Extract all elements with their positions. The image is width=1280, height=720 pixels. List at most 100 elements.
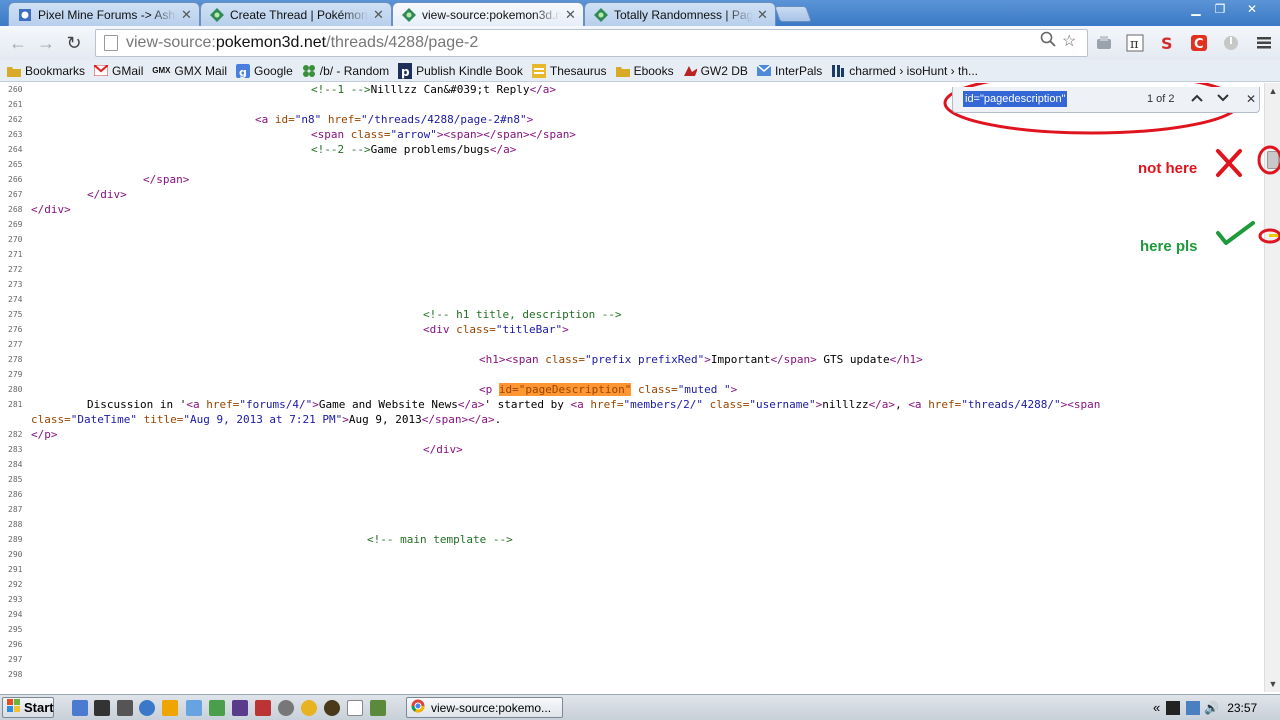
app-icon[interactable] (278, 700, 294, 716)
app-icon[interactable] (232, 700, 248, 716)
bookmark-interpals[interactable]: InterPals (756, 63, 823, 78)
gmx-icon: GMX (152, 66, 171, 75)
tab-title: Pixel Mine Forums -> Ashen (38, 7, 177, 22)
app-icon[interactable] (139, 700, 155, 716)
kindle-icon: p (398, 62, 413, 79)
tab-create-thread[interactable]: Create Thread | Pokémon 3D ✕ (200, 2, 392, 26)
bookmark-label: Bookmarks (25, 63, 86, 78)
app-icon[interactable] (186, 700, 202, 716)
start-button[interactable]: Start (2, 697, 54, 718)
page-icon (104, 35, 118, 51)
toolbar: ← → ↻ view-source: pokemon3d.net/threads/… (0, 26, 1280, 60)
window-close-icon[interactable]: ✕ (1240, 2, 1264, 18)
system-tray: « 🔊 23:57 (1153, 697, 1278, 718)
svg-text:p: p (401, 65, 410, 79)
bookmark-bookmarks[interactable]: Bookmarks (7, 64, 85, 78)
taskbar: Start view-source:pokemo... « 🔊 23:57 (0, 694, 1280, 720)
windows-logo-icon (7, 699, 21, 716)
bookmark-isohunt[interactable]: charmed › isoHunt › th... (831, 64, 978, 78)
close-icon[interactable]: ✕ (757, 7, 769, 23)
bookmark-label: Publish Kindle Book (416, 63, 523, 78)
google-icon: g (236, 63, 251, 78)
app-icon[interactable] (347, 700, 363, 716)
minimize-icon[interactable]: ▁ (1184, 2, 1208, 18)
app-icon[interactable] (94, 700, 110, 716)
new-tab-button[interactable] (774, 6, 812, 22)
find-close-icon[interactable]: ✕ (1241, 90, 1261, 108)
search-icon[interactable] (1040, 31, 1056, 52)
bookmark-label: /b/ - Random (319, 63, 390, 78)
address-bar[interactable]: view-source: pokemon3d.net/threads/4288/p… (95, 29, 1088, 57)
taskbar-item-chrome[interactable]: view-source:pokemo... (406, 697, 563, 718)
folder-icon (615, 64, 630, 78)
pi-extension-icon[interactable]: π (1124, 32, 1146, 54)
c-extension-icon[interactable]: C (1188, 32, 1210, 54)
url-scheme: view-source: (126, 34, 216, 51)
tab-pixel-mine[interactable]: Pixel Mine Forums -> Ashen ✕ (8, 2, 200, 26)
find-input[interactable]: id="pagedescription" (963, 91, 1068, 107)
forward-icon[interactable]: → (34, 32, 58, 54)
close-icon[interactable]: ✕ (181, 7, 193, 23)
bookmark-ebooks[interactable]: Ebooks (615, 63, 674, 78)
volume-icon[interactable]: 🔊 (1204, 701, 1219, 715)
tab-title: view-source:pokemon3d.net (422, 7, 561, 22)
app-icon[interactable] (209, 700, 225, 716)
clover-icon (302, 64, 316, 78)
network-icon[interactable] (1186, 700, 1201, 715)
url-host: pokemon3d.net (215, 34, 327, 51)
pixel-mine-icon (17, 7, 33, 23)
bookmark-google[interactable]: g Google (236, 63, 293, 78)
scroll-down-icon[interactable]: ▼ (1265, 676, 1280, 692)
clock[interactable]: 23:57 (1227, 701, 1257, 715)
app-icon[interactable] (255, 700, 271, 716)
green-check-icon (1216, 221, 1255, 245)
interpals-icon (756, 64, 771, 78)
close-icon[interactable]: ✕ (373, 7, 385, 23)
reload-icon[interactable]: ↻ (62, 32, 86, 54)
svg-text:π: π (1130, 37, 1139, 52)
bookmark-label: Google (254, 63, 293, 78)
show-desktop-icon[interactable] (72, 700, 88, 716)
bookmark-gmx-mail[interactable]: GMX GMX Mail (152, 64, 227, 78)
bookmark-label: Ebooks (633, 63, 674, 78)
annotation-not-here: not here (1138, 160, 1198, 177)
s-extension-icon[interactable]: S (1156, 32, 1178, 54)
annotation-here-pls: here pls (1140, 238, 1198, 255)
tab-totally-randomness[interactable]: Totally Randomness | Page 4 ✕ (584, 2, 776, 26)
bookmark-gw2-db[interactable]: GW2 DB (683, 64, 748, 78)
bookmark-thesaurus[interactable]: Thesaurus (531, 63, 607, 78)
bookmark-label: InterPals (774, 63, 823, 78)
extension-icon[interactable] (1093, 32, 1115, 54)
find-previous-icon[interactable] (1187, 90, 1207, 108)
find-next-icon[interactable] (1213, 90, 1233, 108)
tab-view-source[interactable]: view-source:pokemon3d.net ✕ (392, 2, 584, 26)
bookmark-kindle[interactable]: p Publish Kindle Book (398, 62, 523, 79)
scroll-up-icon[interactable]: ▲ (1265, 83, 1280, 99)
bookmark-random[interactable]: /b/ - Random (302, 64, 389, 78)
folder-icon (7, 64, 21, 78)
tab-strip: Pixel Mine Forums -> Ashen ✕ Create Thre… (0, 0, 1280, 26)
star-icon[interactable]: ☆ (1062, 31, 1076, 51)
page-source-view[interactable]: 260 261 262 263 264 265 266 267 268 269 270 271 272 2… (0, 83, 1264, 692)
bookmark-gmail[interactable]: GMail (94, 64, 143, 78)
gmail-icon (94, 64, 109, 78)
scrollbar-annotation-layer (1257, 145, 1280, 244)
url-path: /threads/4288/page-2 (326, 34, 479, 51)
tray-app-icon[interactable] (1166, 700, 1181, 715)
maximize-icon[interactable]: ❐ (1208, 2, 1232, 18)
app-icon[interactable] (324, 700, 340, 716)
chrome-icon[interactable] (301, 700, 317, 716)
app-icon[interactable] (117, 700, 133, 716)
app-icon[interactable] (162, 700, 178, 716)
back-icon[interactable]: ← (6, 32, 30, 54)
bookmark-label: GW2 DB (700, 63, 748, 78)
tab-title: Totally Randomness | Page 4 (614, 7, 753, 22)
menu-icon[interactable] (1253, 32, 1275, 54)
bookmark-label: GMail (112, 63, 144, 78)
find-match-count: 1 of 2 (1147, 93, 1175, 105)
power-extension-icon[interactable] (1220, 32, 1242, 54)
close-icon[interactable]: ✕ (565, 7, 577, 23)
tray-expand-icon[interactable]: « (1153, 700, 1160, 715)
app-icon[interactable] (370, 700, 386, 716)
pokemon3d-leaf-icon (401, 7, 417, 23)
